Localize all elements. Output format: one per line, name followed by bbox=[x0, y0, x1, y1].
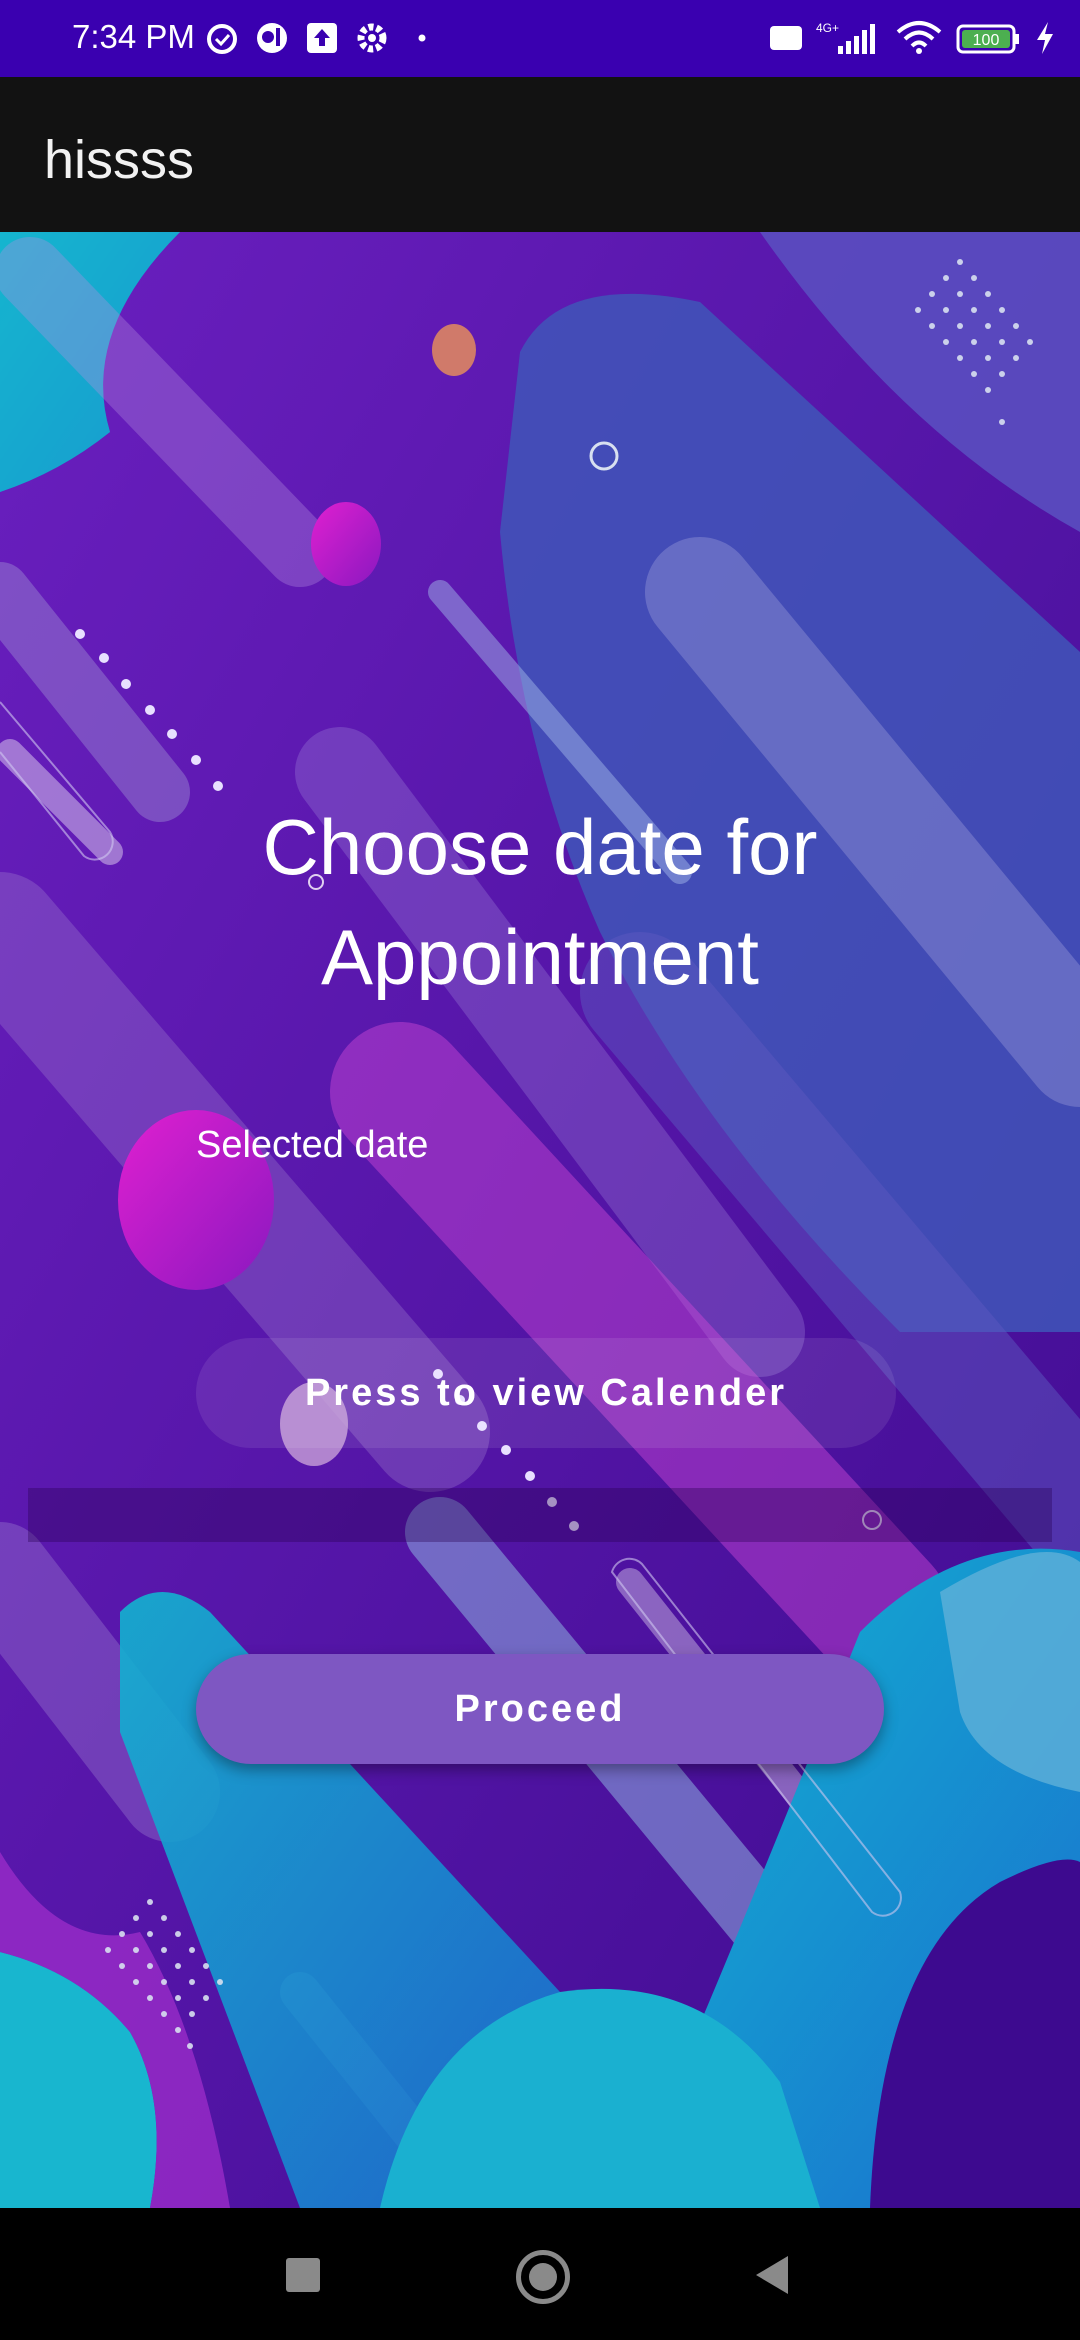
back-icon[interactable] bbox=[756, 2256, 788, 2294]
upload-icon bbox=[304, 20, 340, 56]
charging-icon bbox=[1034, 20, 1056, 56]
status-time: 7:34 PM bbox=[72, 18, 195, 55]
signal-icon: 4G+ bbox=[816, 20, 882, 56]
battery-icon: 100 bbox=[956, 20, 1022, 56]
home-icon[interactable] bbox=[516, 2250, 570, 2304]
proceed-button[interactable]: Proceed bbox=[196, 1654, 884, 1764]
app-title: hissss bbox=[44, 130, 195, 190]
settings-icon bbox=[354, 20, 390, 56]
app-bar: hissss bbox=[0, 77, 1080, 232]
heading-line-1: Choose date for bbox=[262, 803, 818, 891]
heading-line-2: Appointment bbox=[321, 913, 759, 1001]
divider-strip bbox=[28, 1488, 1052, 1542]
status-bar: 7:34 PM 4G+ 100 bbox=[0, 0, 1080, 77]
alarm-icon bbox=[204, 20, 240, 56]
svg-text:4G+: 4G+ bbox=[816, 21, 839, 35]
dot-icon bbox=[404, 20, 440, 56]
wifi-icon bbox=[894, 20, 944, 56]
background-illustration bbox=[0, 232, 1080, 2208]
selected-date-label: Selected date bbox=[196, 1124, 429, 1166]
recents-icon[interactable] bbox=[286, 2258, 320, 2292]
svg-text:100: 100 bbox=[973, 32, 1000, 49]
page-heading: Choose date for Appointment bbox=[0, 792, 1080, 1012]
view-calendar-button[interactable]: Press to view Calender bbox=[196, 1338, 896, 1448]
app-icon bbox=[254, 20, 290, 56]
volte-icon bbox=[768, 20, 804, 56]
appointment-screen: Choose date for Appointment Selected dat… bbox=[0, 232, 1080, 2208]
